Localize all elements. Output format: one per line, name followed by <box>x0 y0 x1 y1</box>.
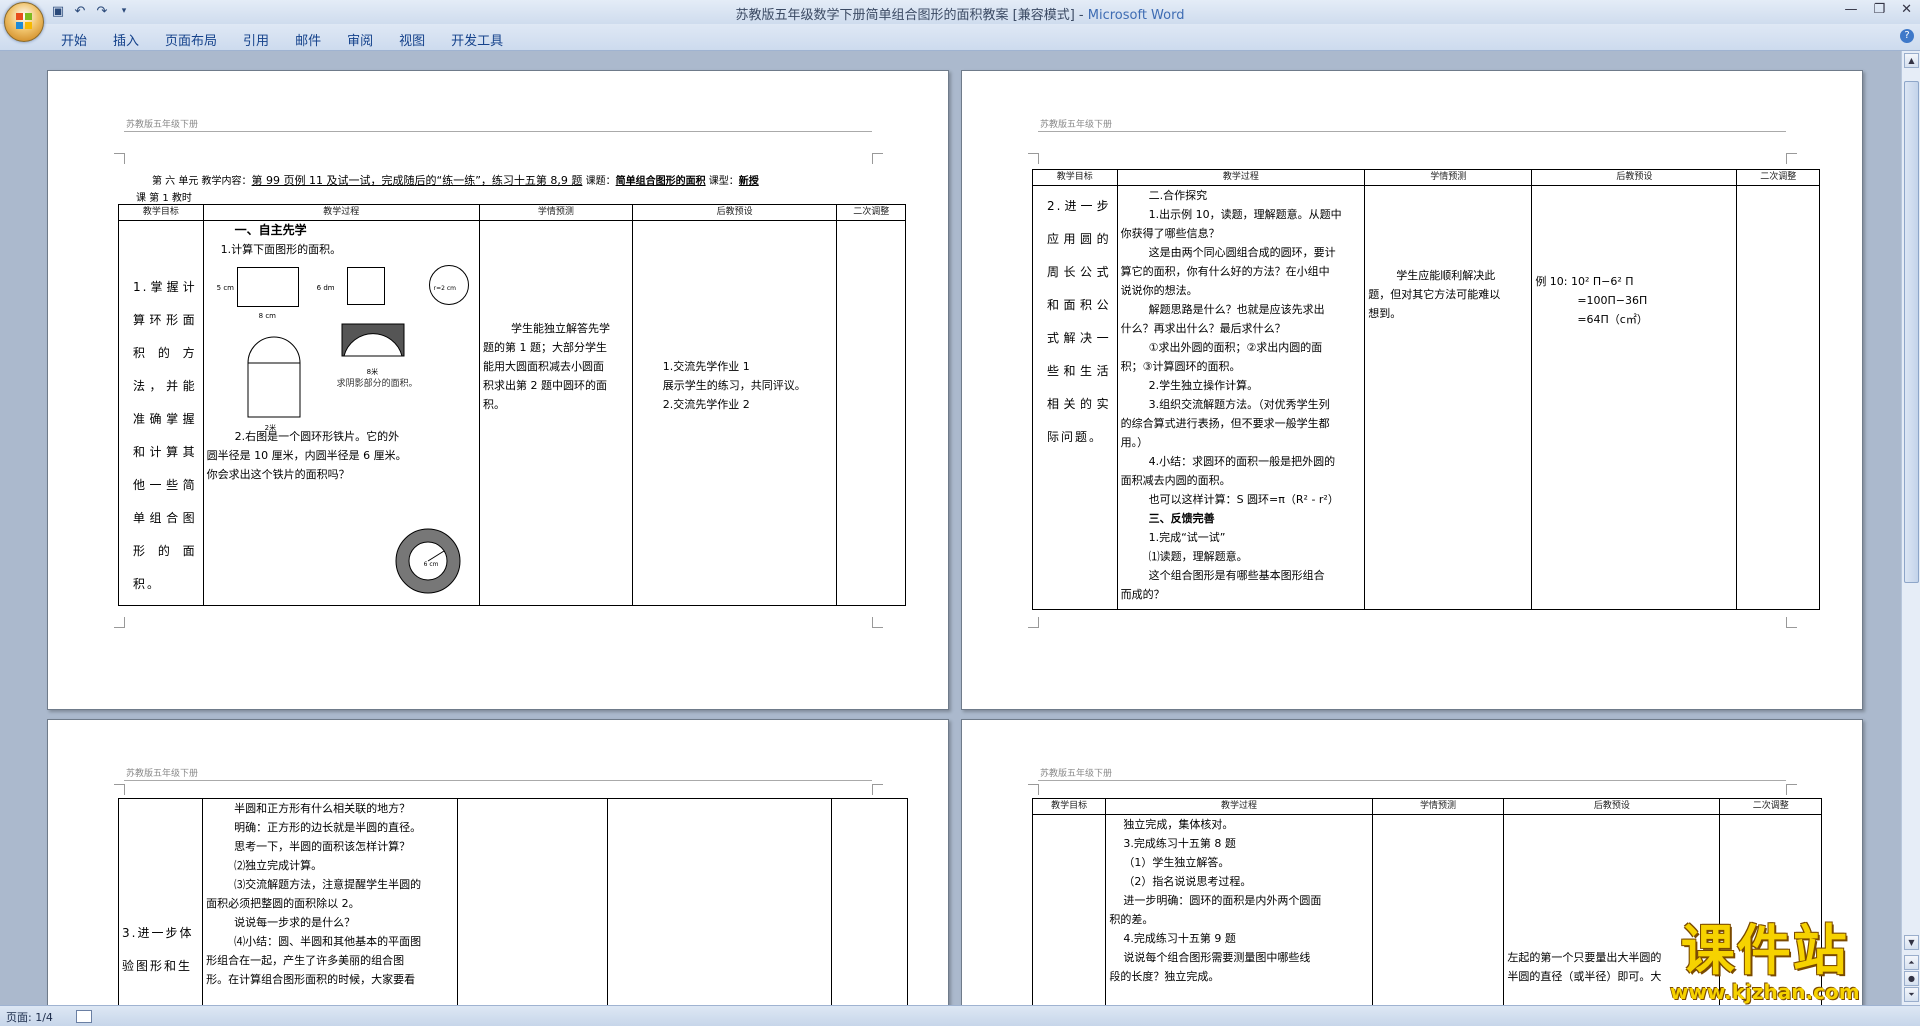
maximize-button[interactable]: ❐ <box>1873 2 1885 17</box>
rectangle-figure <box>236 267 299 307</box>
scroll-down-button[interactable]: ▼ <box>1904 935 1919 950</box>
page-1: 苏教版五年级下册 第 六 单元 教学内容：第 99 页例 11 及试一试，完成随… <box>47 70 949 710</box>
header-rule <box>1038 131 1786 132</box>
crop-mark <box>872 617 883 628</box>
scroll-thumb[interactable] <box>1904 81 1919 583</box>
close-button[interactable]: ✕ <box>1901 2 1912 17</box>
crop-mark <box>1786 617 1797 628</box>
teaching-goal: 2.进一步应用圆的周长公式和面积公式解决一些和生活相关的实际问题。 <box>1032 185 1118 610</box>
col-header: 后教预设 <box>1531 169 1738 186</box>
help-icon[interactable]: ? <box>1900 29 1914 43</box>
col-header: 后教预设 <box>1503 798 1721 815</box>
second-adjustment <box>836 220 906 606</box>
tab-page-layout[interactable]: 页面布局 <box>152 28 230 51</box>
crop-mark <box>114 784 125 795</box>
square-figure <box>346 267 385 305</box>
col-header: 二次调整 <box>1736 169 1820 186</box>
minimize-button[interactable]: — <box>1844 2 1857 17</box>
tab-references[interactable]: 引用 <box>230 28 282 51</box>
col-header: 学情预测 <box>1371 798 1505 815</box>
col-header: 教学过程 <box>1105 798 1373 815</box>
page-header: 苏教版五年级下册 <box>1040 769 1113 779</box>
teaching-process: 二.合作探究 1.出示例 10，读题，理解题意。从题中 你获得了哪些信息？ 这是… <box>1116 185 1366 610</box>
select-browse-object-button[interactable]: ● <box>1904 971 1919 986</box>
tab-review[interactable]: 审阅 <box>334 28 386 51</box>
crop-mark <box>872 153 883 164</box>
col-header: 教学目标 <box>1031 798 1107 815</box>
window-controls: — ❐ ✕ <box>1844 2 1912 17</box>
teaching-goal: 1.掌握计算环形面积的方法，并能准确掌握和计算其他一些简单组合图形的面积。 <box>118 220 204 606</box>
lesson-table-1: 教学目标 教学过程 学情预测 后教预设 二次调整 1.掌握计算环形面积的方法，并… <box>118 204 906 606</box>
page-header: 苏教版五年级下册 <box>126 120 199 130</box>
teaching-preset: 1.交流先学作业 1 展示学生的练习，共同评议。 2.交流先学作业 2 <box>631 220 838 606</box>
tab-developer[interactable]: 开发工具 <box>438 28 516 51</box>
col-header: 学情预测 <box>1364 169 1533 186</box>
second-adjustment <box>1736 185 1820 610</box>
page-3: 苏教版五年级下册 3.进一步体验图形和生 半圆和正方形有什么相关联的地方？ 明确… <box>47 719 949 1005</box>
crop-mark <box>872 784 883 795</box>
shaded-semicircle-figure <box>341 323 405 357</box>
tab-view[interactable]: 视图 <box>386 28 438 51</box>
col-header: 教学目标 <box>1032 169 1118 186</box>
scroll-up-button[interactable]: ▲ <box>1904 53 1919 68</box>
lesson-info: 第 六 单元 教学内容：第 99 页例 11 及试一试，完成随后的“练一练”，练… <box>136 174 759 204</box>
document-area[interactable]: 苏教版五年级下册 第 六 单元 教学内容：第 99 页例 11 及试一试，完成随… <box>0 51 1902 1005</box>
status-bar: 页面: 1/4 <box>0 1005 1920 1026</box>
window-title: 苏教版五年级数学下册简单组合图形的面积教案 [兼容模式] - Microsoft… <box>735 8 1185 23</box>
teaching-process: 独立完成，集体核对。 3.完成练习十五第 8 题 （1）学生独立解答。 （2）指… <box>1105 814 1373 1005</box>
crop-mark <box>1028 617 1039 628</box>
page-header: 苏教版五年级下册 <box>126 769 199 779</box>
tab-home[interactable]: 开始 <box>48 28 100 51</box>
page-count[interactable]: 页面: 1/4 <box>6 1009 53 1025</box>
header-rule <box>1038 780 1786 781</box>
header-rule <box>124 780 872 781</box>
office-button[interactable] <box>4 2 44 42</box>
ribbon-tab-bar: 开始 插入 页面布局 引用 邮件 审阅 视图 开发工具 ? <box>0 24 1920 51</box>
crop-mark <box>1786 153 1797 164</box>
figures: 5 cm 8 cm 6 dm r=2 cm 2米 8米 求阴影部分的面积。 <box>207 259 476 432</box>
crop-mark <box>1028 153 1039 164</box>
learning-prediction <box>1371 814 1505 1005</box>
page-header: 苏教版五年级下册 <box>1040 120 1113 130</box>
learning-prediction <box>456 798 608 1005</box>
col-header: 学情预测 <box>478 204 633 221</box>
col-header: 教学目标 <box>118 204 204 221</box>
vertical-scrollbar[interactable]: ▲ ▼ ⏶ ● ⏷ <box>1901 51 1920 1005</box>
office-logo-icon <box>16 13 32 29</box>
learning-prediction: 学生应能顺利解决此 题，但对其它方法可能难以 想到。 <box>1364 185 1533 610</box>
title-bar: ▣ ↶ ↷ ▾ 苏教版五年级数学下册简单组合图形的面积教案 [兼容模式] - M… <box>0 0 1920 42</box>
door-shape-figure <box>247 336 301 418</box>
teaching-preset: 例 10: 10² Π−6² Π =100Π−36Π =64Π（c㎡） <box>1531 185 1738 610</box>
crop-mark <box>114 153 125 164</box>
teaching-process: 一、自主先学 1.计算下面图形的面积。 5 cm 8 cm 6 dm r=2 c… <box>202 220 480 606</box>
learning-prediction: 学生能独立解答先学 题的第 1 题；大部分学生 能用大圆面积减去小圆面 积求出第… <box>478 220 633 606</box>
col-header: 后教预设 <box>631 204 838 221</box>
tab-mailings[interactable]: 邮件 <box>282 28 334 51</box>
proofing-icon[interactable] <box>76 1010 92 1023</box>
col-header: 教学过程 <box>202 204 480 221</box>
tab-insert[interactable]: 插入 <box>100 28 152 51</box>
crop-mark <box>1786 784 1797 795</box>
watermark-logo: 课件站 www.kjzhan.com <box>1670 919 1860 1005</box>
col-header: 二次调整 <box>1719 798 1822 815</box>
teaching-goal: 3.进一步体验图形和生 <box>117 798 204 1005</box>
teaching-process: 半圆和正方形有什么相关联的地方？ 明确：正方形的边长就是半圆的直径。 思考一下，… <box>202 798 458 1005</box>
crop-mark <box>114 617 125 628</box>
lesson-table-3: 3.进一步体验图形和生 半圆和正方形有什么相关联的地方？ 明确：正方形的边长就是… <box>117 798 909 1005</box>
lesson-table-2: 教学目标 教学过程 学情预测 后教预设 二次调整 2.进一步应用圆的周长公式和面… <box>1032 169 1820 610</box>
teaching-preset <box>606 798 832 1005</box>
col-header: 教学过程 <box>1116 169 1366 186</box>
page-2: 苏教版五年级下册 教学目标 教学过程 学情预测 后教预设 二次调整 2.进一步应… <box>961 70 1863 710</box>
col-header: 二次调整 <box>836 204 906 221</box>
next-page-button[interactable]: ⏷ <box>1904 987 1919 1002</box>
second-adjustment <box>830 798 909 1005</box>
previous-page-button[interactable]: ⏶ <box>1904 955 1919 970</box>
teaching-goal <box>1031 814 1107 1005</box>
header-rule <box>124 131 872 132</box>
crop-mark <box>1028 784 1039 795</box>
